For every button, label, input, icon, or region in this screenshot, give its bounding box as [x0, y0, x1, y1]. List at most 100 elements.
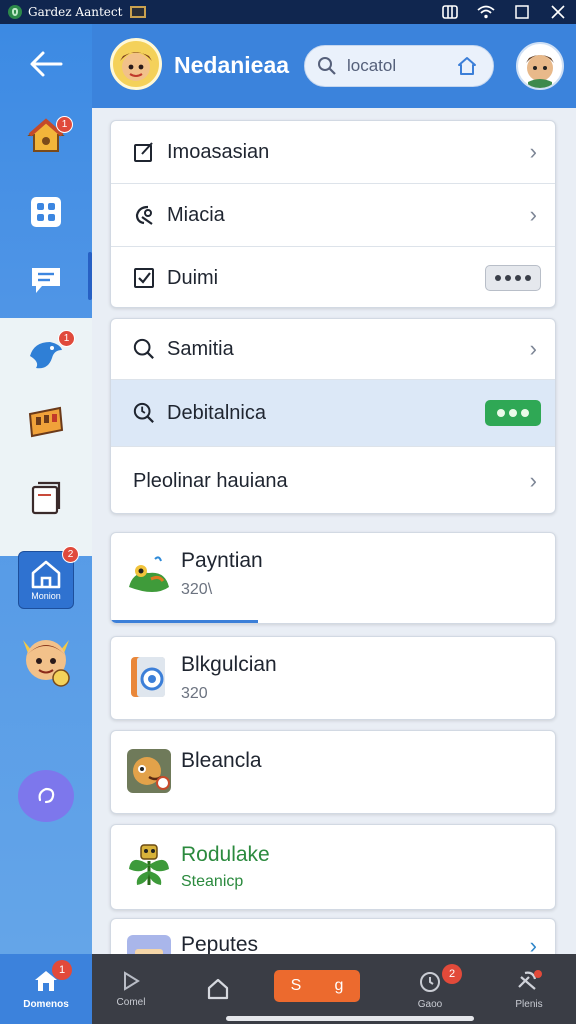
- sidebar-badge: 1: [58, 330, 75, 347]
- ticket-icon: [28, 406, 64, 438]
- washer-icon: [131, 657, 165, 697]
- window-title: Gardez Aantect: [28, 5, 123, 19]
- center-action-button[interactable]: S g: [274, 970, 360, 1002]
- sidebar-refresh-button[interactable]: [0, 764, 92, 828]
- toggle-switch[interactable]: [485, 400, 541, 426]
- card-title: Rodulake: [181, 843, 270, 866]
- search-bar[interactable]: [304, 45, 494, 87]
- main-content: Imoasasian › Miacia › Duimi Samitia › De…: [92, 108, 576, 954]
- window-thumbnail-icon: [130, 6, 147, 18]
- user-character-icon: [526, 55, 554, 88]
- card-rodulake[interactable]: Rodulake Steanicp: [110, 824, 556, 910]
- sidebar-badge: 2: [62, 546, 79, 563]
- nav-home[interactable]: Domenos 1: [0, 954, 92, 1024]
- nav-plenis[interactable]: Plenis: [502, 954, 556, 1024]
- nav-label: Domenos: [23, 998, 69, 1010]
- plant-icon: [129, 844, 169, 885]
- close-button[interactable]: [540, 0, 576, 24]
- grid-icon: [31, 197, 61, 227]
- chevron-right-icon: ›: [529, 202, 537, 227]
- search-icon: [133, 338, 155, 360]
- checkbox-icon: [133, 267, 155, 289]
- sidebar: 1 1 Monion 2: [0, 24, 92, 954]
- setting-label: Imoasasian: [167, 140, 270, 163]
- character-icon: [23, 640, 70, 687]
- tool-icon: [133, 204, 155, 226]
- card-subtitle: 320: [181, 685, 208, 702]
- card-bleancla[interactable]: Bleancla: [110, 730, 556, 814]
- setting-row-duimi[interactable]: Duimi: [111, 247, 555, 309]
- setting-row-pleolinar[interactable]: Pleolinar hauiana ›: [111, 447, 555, 515]
- setting-label: Pleolinar hauiana: [133, 469, 288, 492]
- sidebar-item-apps[interactable]: [0, 182, 92, 242]
- card-subtitle: 320\: [181, 581, 213, 598]
- sidebar-item-character[interactable]: [0, 624, 92, 696]
- alarm-icon: [420, 971, 440, 992]
- monkey-icon: [127, 749, 171, 793]
- tools-icon: [518, 969, 542, 990]
- setting-row-samitia[interactable]: Samitia ›: [111, 319, 555, 379]
- card-title: Bleancla: [181, 749, 262, 772]
- chevron-right-icon: ›: [529, 468, 537, 493]
- more-options-toggle[interactable]: [485, 265, 541, 291]
- restore-icon[interactable]: [432, 0, 468, 24]
- home-indicator[interactable]: [226, 1016, 474, 1021]
- nav-badge: 2: [442, 964, 462, 984]
- nav-badge: 1: [52, 960, 72, 980]
- nav-comel[interactable]: Comel: [100, 954, 162, 1024]
- cake-icon: [127, 935, 171, 954]
- house-tile-icon: [31, 560, 61, 589]
- search-input[interactable]: [347, 56, 457, 76]
- setting-row-imoasasian[interactable]: Imoasasian ›: [111, 121, 555, 183]
- sidebar-item-messages[interactable]: [0, 250, 92, 310]
- sidebar-item-notes[interactable]: [0, 468, 92, 528]
- sidebar-item-bird[interactable]: 1: [0, 324, 92, 384]
- setting-row-miacia[interactable]: Miacia ›: [111, 184, 555, 246]
- setting-label: Samitia: [167, 337, 234, 360]
- search-timer-icon: [133, 402, 155, 424]
- nav-label: Comel: [116, 996, 146, 1008]
- sidebar-item-ticket[interactable]: [0, 392, 92, 452]
- center-right-label: g: [334, 977, 344, 994]
- setting-label: Miacia: [167, 203, 225, 226]
- card-subtitle: Steanicp: [181, 873, 244, 890]
- frog-icon: [129, 556, 169, 592]
- card-payntian[interactable]: Payntian 320\: [110, 532, 556, 624]
- home-outline-icon[interactable]: [457, 56, 477, 76]
- card-peputes[interactable]: Peputes ›: [110, 918, 556, 954]
- user-avatar[interactable]: [516, 42, 564, 90]
- nav-gaoo[interactable]: Gaoo 2: [404, 954, 462, 1024]
- profile-name: Nedanieaa: [174, 52, 290, 78]
- sidebar-item-home[interactable]: 1: [0, 106, 92, 166]
- app-icon: [8, 5, 22, 19]
- search-icon: [318, 57, 336, 75]
- back-arrow-icon: [30, 51, 63, 77]
- card-title: Payntian: [181, 549, 263, 572]
- refresh-icon: [38, 787, 55, 804]
- back-button[interactable]: [0, 34, 92, 94]
- title-bar: Gardez Aantect: [0, 0, 576, 24]
- sidebar-item-label: Monion: [31, 591, 61, 601]
- nav-house[interactable]: [196, 954, 240, 1024]
- card-title: Blkgulcian: [181, 653, 277, 676]
- settings-group-2: Samitia › Debitalnica Pleolinar hauiana …: [110, 318, 556, 514]
- character-avatar-icon: [120, 52, 152, 81]
- sidebar-badge: 1: [56, 116, 73, 133]
- chevron-right-icon: ›: [529, 139, 537, 164]
- edit-icon: [133, 141, 155, 163]
- setting-row-debitalnica[interactable]: Debitalnica: [111, 380, 555, 446]
- chevron-right-icon: ›: [529, 336, 537, 361]
- maximize-button[interactable]: [504, 0, 540, 24]
- header: Nedanieaa: [92, 24, 576, 108]
- card-blkgulcian[interactable]: Blkgulcian 320: [110, 636, 556, 720]
- profile-avatar[interactable]: [110, 38, 162, 90]
- setting-label: Duimi: [167, 266, 219, 289]
- setting-label: Debitalnica: [167, 401, 266, 424]
- card-title: Peputes: [181, 933, 259, 954]
- wifi-icon[interactable]: [468, 0, 504, 24]
- chat-icon: [32, 268, 60, 293]
- play-icon: [124, 970, 140, 991]
- settings-group-1: Imoasasian › Miacia › Duimi: [110, 120, 556, 308]
- house-outline-icon: [207, 978, 229, 1000]
- sidebar-item-monion[interactable]: Monion 2: [0, 546, 92, 612]
